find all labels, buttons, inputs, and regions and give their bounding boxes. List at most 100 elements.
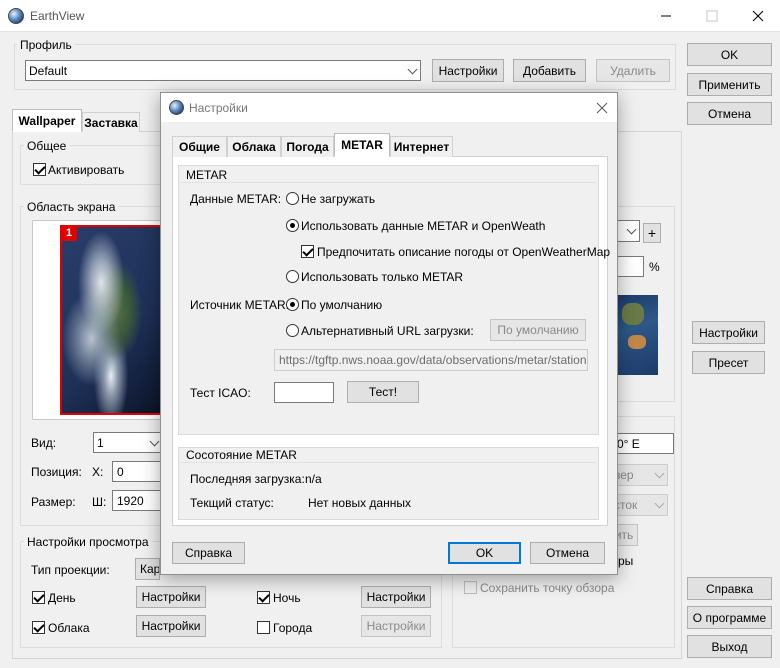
radio-no-load[interactable]	[286, 192, 299, 205]
activate-checkbox[interactable]	[33, 163, 46, 176]
view-select-value: 1	[97, 435, 104, 450]
x-label: X:	[92, 465, 104, 479]
chevron-down-icon	[654, 498, 665, 509]
window-title: EarthView	[30, 9, 85, 23]
night-checkbox[interactable]	[257, 591, 270, 604]
width-input[interactable]: 1920	[112, 490, 164, 511]
profile-add-button[interactable]: Добавить	[513, 59, 586, 82]
dialog-close-icon[interactable]	[587, 93, 617, 122]
activate-label: Активировать	[48, 163, 125, 177]
profile-delete-button[interactable]: Удалить	[596, 59, 670, 82]
profile-settings-button[interactable]: Настройки	[432, 59, 504, 82]
dialog-cancel-button[interactable]: Отмена	[530, 542, 605, 564]
w-label: Ш:	[92, 495, 107, 509]
main-titlebar: EarthView	[0, 0, 780, 32]
prefer-owm-label: Предпочитать описание погоды от OpenWeat…	[317, 245, 611, 259]
bg-plus-button[interactable]: +	[643, 223, 661, 243]
bg-text-fragment: ры	[618, 554, 634, 568]
view-select[interactable]: 1	[93, 432, 163, 453]
tab-weather[interactable]: Погода	[281, 136, 334, 157]
position-label: Позиция:	[31, 465, 82, 479]
tab-wallpaper[interactable]: Wallpaper	[12, 109, 82, 132]
apply-button[interactable]: Применить	[687, 73, 772, 96]
x-input[interactable]: 0	[112, 461, 164, 482]
clouds-settings-button[interactable]: Настройки	[136, 615, 206, 637]
profile-select-value: Default	[29, 63, 68, 78]
monitor-badge: 1	[61, 226, 77, 241]
bg-select-2[interactable]: вер	[610, 464, 668, 486]
cities-label: Города	[273, 621, 313, 635]
exit-button[interactable]: Выход	[687, 635, 772, 658]
profile-select[interactable]: Default	[25, 60, 421, 81]
night-label: Ночь	[273, 591, 301, 605]
dialog-ok-button[interactable]: OK	[448, 542, 521, 564]
metar-status-divider	[180, 462, 597, 463]
dialog-title: Настройки	[189, 101, 248, 115]
day-checkbox[interactable]	[32, 591, 45, 604]
metar-group-divider	[180, 182, 597, 183]
radio-only-metar-label: Использовать только METAR	[301, 270, 464, 284]
right-settings-button[interactable]: Настройки	[692, 321, 765, 344]
cities-checkbox[interactable]	[257, 621, 270, 634]
radio-src-alt-label: Альтернативный URL загрузки:	[301, 324, 474, 338]
save-viewpoint-label: Сохранить точку обзора	[480, 581, 615, 595]
clouds-checkbox[interactable]	[32, 621, 45, 634]
preset-button[interactable]: Пресет	[692, 351, 765, 374]
app-globe-icon	[8, 8, 24, 24]
dialog-titlebar: Настройки	[161, 93, 617, 122]
about-button[interactable]: О программе	[687, 606, 772, 629]
projection-select[interactable]: Карт	[135, 558, 160, 580]
radio-src-alt[interactable]	[286, 324, 299, 337]
general-group-title: Общее	[24, 139, 70, 153]
close-icon[interactable]	[738, 0, 778, 32]
bg-percent-label: %	[649, 260, 660, 274]
metar-source-label: Источник METAR:	[190, 298, 290, 312]
icao-test-button[interactable]: Тест!	[347, 381, 419, 403]
radio-src-default-label: По умолчанию	[301, 298, 383, 312]
tab-screensaver[interactable]: Заставка	[82, 112, 140, 132]
dialog-globe-icon	[169, 100, 184, 115]
cancel-button[interactable]: Отмена	[687, 102, 772, 125]
src-default-button[interactable]: По умолчанию	[490, 319, 586, 341]
preview-settings-group-title: Настройки просмотра	[24, 535, 152, 549]
tab-internet[interactable]: Интернет	[390, 136, 453, 157]
dialog-help-button[interactable]: Справка	[172, 542, 245, 564]
tab-general[interactable]: Общие	[172, 136, 227, 157]
save-viewpoint-checkbox[interactable]	[464, 581, 477, 594]
current-status-label: Текщий статус:	[190, 496, 274, 510]
asia-shape	[622, 303, 644, 325]
last-load-value: n/a	[305, 472, 322, 486]
chevron-down-icon	[626, 224, 637, 235]
day-label: День	[48, 591, 76, 605]
chevron-down-icon	[654, 468, 665, 479]
metar-data-label: Данные METAR:	[190, 192, 282, 206]
clouds-label: Облака	[48, 621, 90, 635]
icao-input[interactable]	[274, 382, 334, 403]
day-settings-button[interactable]: Настройки	[136, 586, 206, 608]
radio-only-metar[interactable]	[286, 270, 299, 283]
view-label: Вид:	[31, 436, 57, 450]
ok-button[interactable]: OK	[687, 43, 772, 66]
bg-select-3[interactable]: сток	[610, 494, 668, 516]
size-label: Размер:	[31, 495, 76, 509]
longitude-input[interactable]: 0° E	[610, 433, 674, 454]
radio-src-default[interactable]	[286, 298, 299, 311]
chevron-down-icon	[407, 64, 418, 74]
tab-clouds[interactable]: Облака	[227, 136, 281, 157]
tab-metar[interactable]: METAR	[334, 133, 390, 157]
current-status-value: Нет новых данных	[308, 496, 411, 510]
last-load-label: Последняя загрузка:	[190, 472, 305, 486]
earth-image	[62, 227, 160, 413]
metar-group-title: METAR	[186, 168, 228, 182]
radio-use-both-label: Использовать данные METAR и OpenWeath	[301, 219, 546, 233]
monitor-frame[interactable]	[60, 225, 162, 415]
prefer-owm-checkbox[interactable]	[301, 245, 314, 258]
cities-settings-button[interactable]: Настройки	[361, 615, 431, 637]
metar-status-title: Сосотояние METAR	[186, 448, 297, 462]
minimize-icon[interactable]	[646, 0, 686, 32]
radio-use-both[interactable]	[286, 219, 299, 232]
night-settings-button[interactable]: Настройки	[361, 586, 431, 608]
help-button[interactable]: Справка	[687, 577, 772, 600]
metar-url-input[interactable]: https://tgftp.nws.noaa.gov/data/observat…	[274, 349, 588, 371]
projection-label: Тип проекции:	[31, 563, 110, 577]
